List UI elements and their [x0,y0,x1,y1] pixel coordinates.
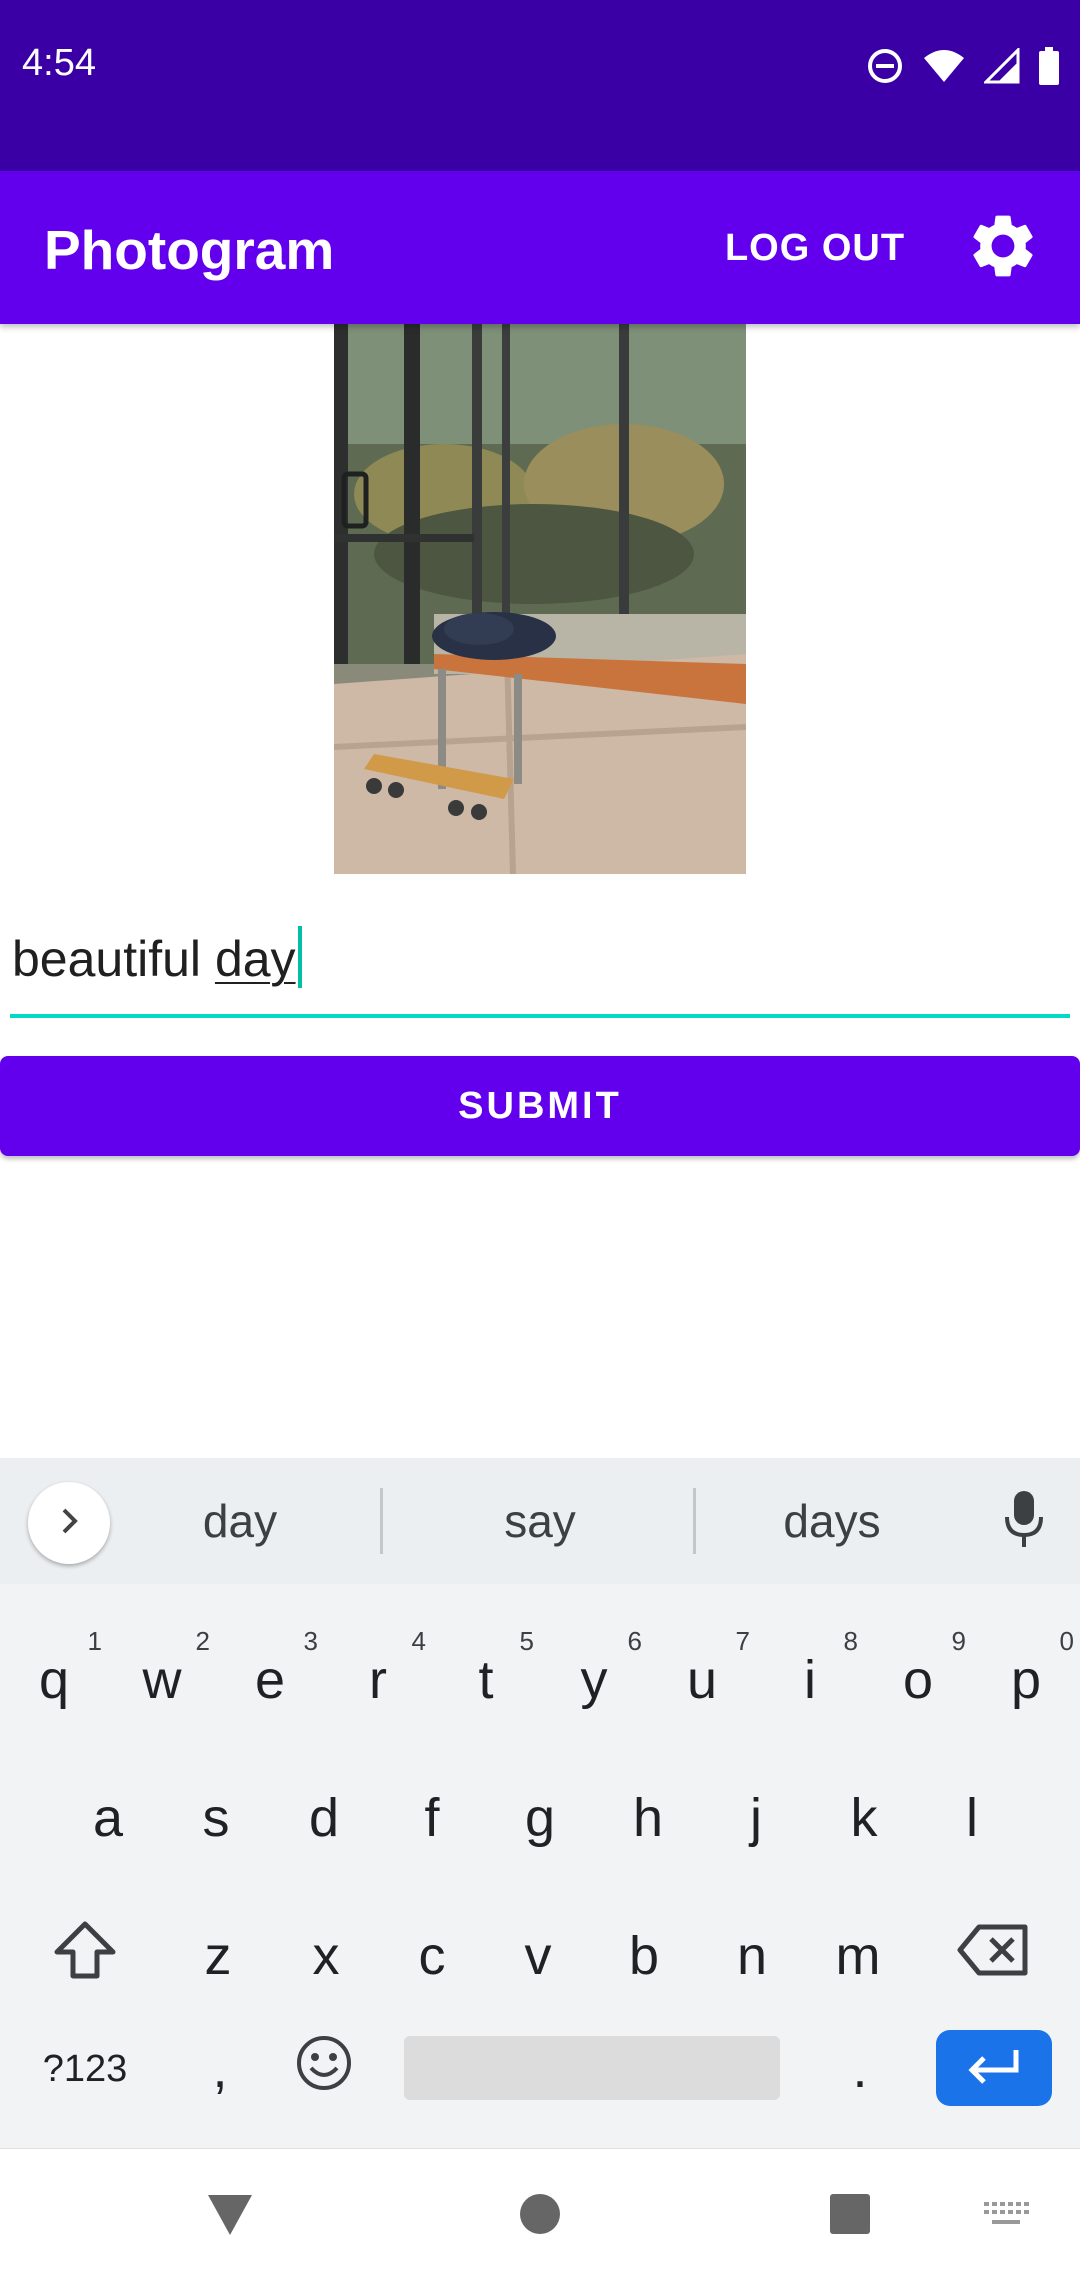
key-v[interactable]: v [484,1892,592,2020]
symbols-key[interactable]: ?123 [20,2024,150,2114]
soft-keyboard: day say days q1 w2 e3 r4 t5 y6 u7 i8 o9 … [0,1458,1080,2148]
key-e[interactable]: e3 [216,1620,324,1740]
app-bar: Photogram LOG OUT [0,171,1080,324]
home-circle-icon [518,2192,562,2241]
navigation-bar [0,2148,1080,2280]
wifi-icon [922,48,966,89]
key-h[interactable]: h [594,1756,702,1880]
key-label: i [804,1650,816,1710]
key-r[interactable]: r4 [324,1620,432,1740]
key-label: o [902,1650,934,1710]
key-hint: 4 [411,1626,426,1656]
suggestion-divider [380,1488,383,1554]
caption-underline [10,1014,1070,1018]
key-hint: 0 [1059,1626,1074,1656]
post-photo [334,324,746,874]
key-a[interactable]: a [54,1756,162,1880]
key-label: q [38,1650,70,1710]
space-bar[interactable] [404,2036,780,2100]
key-label: u [686,1650,718,1710]
comma-key[interactable]: , [170,2024,270,2114]
cell-signal-icon [982,45,1020,89]
key-label: y [580,1650,608,1710]
key-x[interactable]: x [272,1892,380,2020]
status-bar: 4:54 [0,0,1080,171]
key-f[interactable]: f [378,1756,486,1880]
key-t[interactable]: t5 [432,1620,540,1740]
screen: 4:54 Photogram LOG OUT beautiful day SUB… [0,0,1080,2280]
toolbar-expand-button[interactable] [28,1482,110,1564]
key-w[interactable]: w2 [108,1620,216,1740]
key-hint: 6 [627,1626,642,1656]
submit-button[interactable]: SUBMIT [0,1056,1080,1156]
key-hint: 8 [843,1626,858,1656]
key-b[interactable]: b [590,1892,698,2020]
recents-square-icon [828,2192,872,2241]
enter-key[interactable] [936,2030,1052,2106]
back-triangle-icon [205,2191,255,2242]
status-time: 4:54 [22,42,96,84]
key-label: e [254,1650,286,1710]
caption-text: beautiful day [12,926,302,988]
caption-input[interactable]: beautiful day [10,922,1070,1022]
key-label: r [369,1650,387,1710]
suggestion-2[interactable]: say [420,1488,660,1554]
app-title: Photogram [44,219,335,281]
emoji-key[interactable] [274,2024,374,2114]
key-m[interactable]: m [804,1892,912,2020]
shift-icon [53,1920,117,1993]
settings-button[interactable] [962,207,1044,289]
caption-composing-text: day [214,931,296,987]
key-hint: 1 [87,1626,102,1656]
key-n[interactable]: n [698,1892,806,2020]
text-caret [297,926,302,988]
chevron-right-icon [54,1506,84,1541]
key-hint: 5 [519,1626,534,1656]
do-not-disturb-icon [866,47,904,90]
key-c[interactable]: c [378,1892,486,2020]
recents-button[interactable] [810,2181,890,2251]
emoji-icon [295,2034,353,2105]
caption-committed-text: beautiful [12,931,215,987]
key-d[interactable]: d [270,1756,378,1880]
logout-button[interactable]: LOG OUT [700,216,930,280]
key-z[interactable]: z [164,1892,272,2020]
suggestion-3[interactable]: days [712,1488,952,1554]
key-i[interactable]: i8 [756,1620,864,1740]
suggestion-divider [693,1488,696,1554]
keyboard-switch-button[interactable] [966,2181,1046,2251]
shift-key[interactable] [24,1892,146,2020]
key-label: w [142,1650,182,1710]
key-l[interactable]: l [918,1756,1026,1880]
microphone-icon [1002,1489,1046,1554]
key-q[interactable]: q1 [0,1620,108,1740]
period-key[interactable]: . [810,2024,910,2114]
key-hint: 2 [195,1626,210,1656]
suggestion-1[interactable]: day [120,1488,360,1554]
back-button[interactable] [190,2181,270,2251]
key-j[interactable]: j [702,1756,810,1880]
battery-icon [1038,46,1060,90]
status-icons [866,45,1060,90]
suggestion-strip: day say days [0,1458,1080,1584]
key-label: t [478,1650,494,1710]
key-k[interactable]: k [810,1756,918,1880]
key-y[interactable]: y6 [540,1620,648,1740]
backspace-icon [957,1923,1029,1990]
key-s[interactable]: s [162,1756,270,1880]
key-hint: 9 [951,1626,966,1656]
home-button[interactable] [500,2181,580,2251]
gear-icon [965,208,1041,289]
key-hint: 7 [735,1626,750,1656]
backspace-key[interactable] [932,1892,1054,2020]
enter-arrow-icon [964,2046,1024,2091]
key-p[interactable]: p0 [972,1620,1080,1740]
key-g[interactable]: g [486,1756,594,1880]
key-hint: 3 [303,1626,318,1656]
key-label: p [1010,1650,1042,1710]
voice-input-button[interactable] [994,1488,1054,1554]
keyboard-icon [982,2200,1030,2233]
key-o[interactable]: o9 [864,1620,972,1740]
key-u[interactable]: u7 [648,1620,756,1740]
